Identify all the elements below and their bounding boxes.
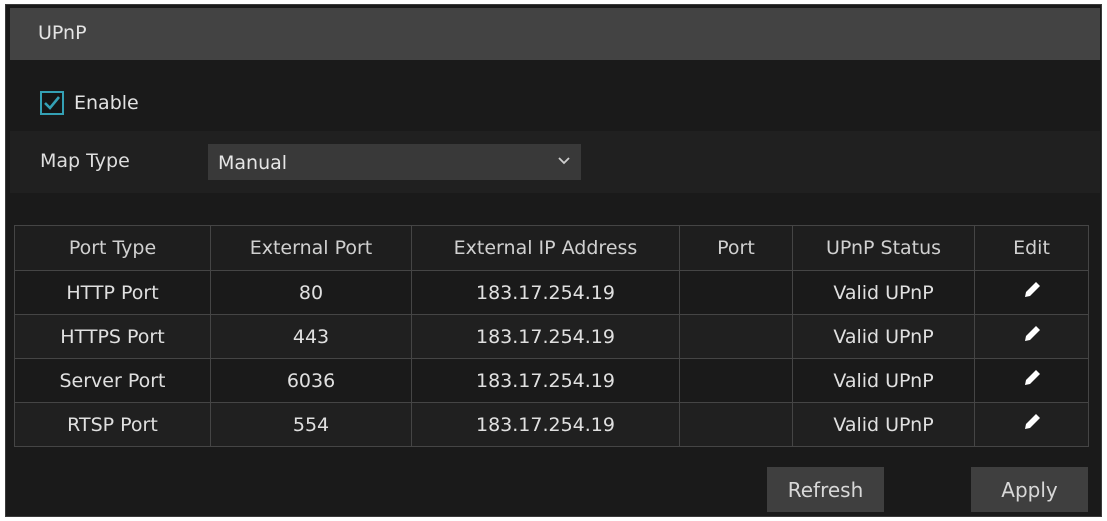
enable-row: Enable — [40, 86, 139, 120]
table-header-row: Port Type External Port External IP Addr… — [14, 225, 1089, 271]
chevron-down-icon — [558, 157, 570, 165]
enable-checkbox[interactable] — [40, 91, 64, 115]
cell-external-port: 80 — [210, 270, 412, 315]
cell-upnp-status: Valid UPnP — [792, 402, 975, 447]
panel-title-bar: UPnP — [10, 8, 1100, 60]
cell-upnp-status: Valid UPnP — [792, 270, 975, 315]
cell-upnp-status: Valid UPnP — [792, 314, 975, 359]
table-row: HTTPS Port 443 183.17.254.19 Valid UPnP — [14, 314, 1089, 359]
refresh-button[interactable]: Refresh — [767, 467, 884, 512]
map-type-label: Map Type — [40, 150, 130, 172]
pencil-icon — [1024, 282, 1040, 297]
map-type-row: Map Type Manual — [10, 131, 1100, 193]
table-row: RTSP Port 554 183.17.254.19 Valid UPnP — [14, 402, 1089, 447]
apply-button[interactable]: Apply — [971, 467, 1088, 512]
map-type-value: Manual — [218, 152, 288, 174]
upnp-port-table: Port Type External Port External IP Addr… — [14, 225, 1089, 447]
cell-port — [679, 402, 793, 447]
cell-port-type: HTTP Port — [14, 270, 211, 315]
header-port-type: Port Type — [14, 225, 211, 271]
cell-external-ip: 183.17.254.19 — [411, 270, 680, 315]
cell-external-ip: 183.17.254.19 — [411, 402, 680, 447]
map-type-select[interactable]: Manual — [208, 144, 581, 180]
cell-external-ip: 183.17.254.19 — [411, 358, 680, 403]
edit-button[interactable] — [974, 402, 1089, 447]
edit-button[interactable] — [974, 314, 1089, 359]
header-port: Port — [679, 225, 793, 271]
cell-external-port: 554 — [210, 402, 412, 447]
edit-button[interactable] — [974, 270, 1089, 315]
panel-title: UPnP — [38, 22, 87, 44]
table-row: Server Port 6036 183.17.254.19 Valid UPn… — [14, 358, 1089, 403]
cell-external-ip: 183.17.254.19 — [411, 314, 680, 359]
cell-port-type: RTSP Port — [14, 402, 211, 447]
header-external-ip: External IP Address — [411, 225, 680, 271]
cell-port — [679, 270, 793, 315]
header-edit: Edit — [974, 225, 1089, 271]
table-row: HTTP Port 80 183.17.254.19 Valid UPnP — [14, 270, 1089, 315]
cell-external-port: 6036 — [210, 358, 412, 403]
pencil-icon — [1024, 326, 1040, 341]
checkmark-icon — [44, 96, 61, 110]
cell-external-port: 443 — [210, 314, 412, 359]
pencil-icon — [1024, 370, 1040, 385]
cell-port — [679, 314, 793, 359]
pencil-icon — [1024, 414, 1040, 429]
header-external-port: External Port — [210, 225, 412, 271]
enable-label: Enable — [74, 92, 139, 114]
cell-port — [679, 358, 793, 403]
cell-port-type: Server Port — [14, 358, 211, 403]
cell-port-type: HTTPS Port — [14, 314, 211, 359]
edit-button[interactable] — [974, 358, 1089, 403]
header-upnp-status: UPnP Status — [792, 225, 975, 271]
cell-upnp-status: Valid UPnP — [792, 358, 975, 403]
